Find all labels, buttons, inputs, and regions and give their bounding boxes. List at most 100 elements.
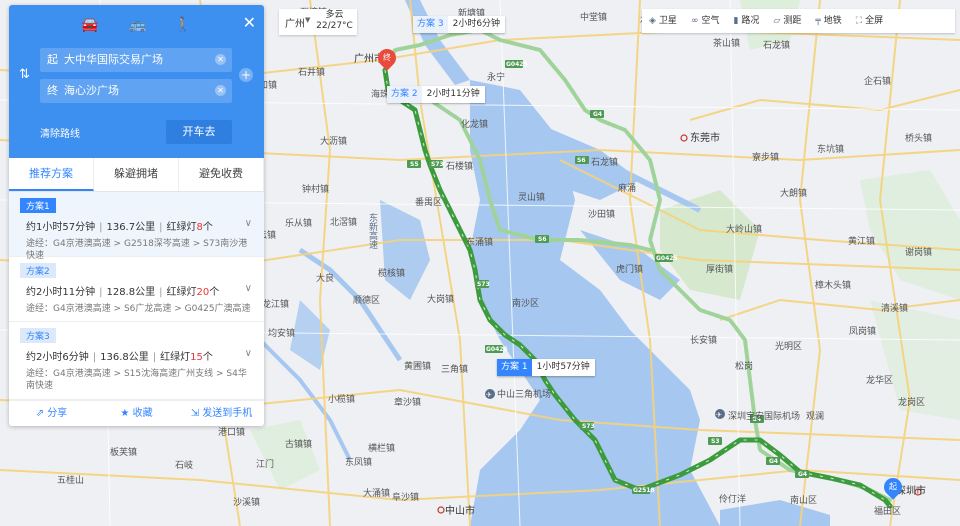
tab-avoid-tolls[interactable]: 避免收费 xyxy=(179,158,264,191)
send-to-phone-button[interactable]: ⇲ 发送到手机 xyxy=(179,401,264,426)
svg-text:G4: G4 xyxy=(798,471,807,478)
route-label-plan2[interactable]: 方案 2 2小时11分钟 xyxy=(387,86,485,103)
subway-button[interactable]: ╤ 地铁 xyxy=(808,9,848,33)
satellite-button[interactable]: ◈ 卫星 xyxy=(642,9,684,33)
measure-button[interactable]: ▱ 测距 xyxy=(766,9,808,33)
clear-route-link[interactable]: 清除路线 xyxy=(40,125,80,140)
plan-tag: 方案1 xyxy=(20,198,56,213)
route-label-plan3-tag: 方案 3 xyxy=(413,16,448,33)
route-label-plan2-tag: 方案 2 xyxy=(387,86,422,103)
svg-text:东坑镇: 东坑镇 xyxy=(817,143,844,155)
svg-text:G0425: G0425 xyxy=(506,61,528,68)
svg-text:G0425: G0425 xyxy=(486,346,508,353)
add-waypoint-icon[interactable]: + xyxy=(239,68,253,82)
svg-text:石楼镇: 石楼镇 xyxy=(446,160,473,172)
plan-distance: 136.7公里 xyxy=(106,222,156,233)
svg-text:乐从镇: 乐从镇 xyxy=(285,217,312,229)
city-name: 广州 xyxy=(285,19,305,30)
city-selector[interactable]: 广州 ▼ 多云 22/27°C xyxy=(279,9,357,35)
svg-text:小榄镇: 小榄镇 xyxy=(328,393,355,405)
svg-text:钟村镇: 钟村镇 xyxy=(302,183,329,195)
walk-icon[interactable]: 🚶 xyxy=(172,15,194,35)
favorite-button[interactable]: ★ 收藏 xyxy=(94,401,179,426)
share-button[interactable]: ⇗ 分享 xyxy=(9,401,94,426)
plan-item-3[interactable]: 方案3 约2小时6分钟 | 136.8公里 | 红绿灯15个 途经：G4京港澳高速 > … xyxy=(9,322,264,400)
destination-field[interactable]: 终海心沙广场 ✕ xyxy=(40,79,232,103)
destination-value: 海心沙广场 xyxy=(64,84,119,97)
svg-text:麻涌: 麻涌 xyxy=(618,182,636,194)
plan-lights-count: 20 xyxy=(196,287,210,298)
svg-text:大沥镇: 大沥镇 xyxy=(320,135,347,147)
svg-text:S73: S73 xyxy=(477,281,490,288)
plan-distance: 136.8公里 xyxy=(100,352,149,363)
route-label-plan1[interactable]: 方案 1 1小时57分钟 xyxy=(497,359,595,376)
close-icon[interactable]: ✕ xyxy=(243,13,256,32)
svg-text:S73: S73 xyxy=(431,161,444,168)
share-label: 分享 xyxy=(47,408,68,419)
traffic-icon: ▮ xyxy=(733,16,739,26)
destination-label: 终 xyxy=(47,84,58,97)
traffic-button[interactable]: ▮ 路况 xyxy=(726,9,766,33)
swap-icon[interactable]: ⇅ xyxy=(19,67,30,82)
map-toolbar: ◈ 卫星 ∞ 空气 ▮ 路况 ▱ 测距 ╤ 地铁 ⛶ 全屏 xyxy=(642,9,955,33)
svg-text:厚街镇: 厚街镇 xyxy=(706,263,733,275)
plan-lights-label: 红绿灯 xyxy=(166,287,197,298)
plan-lights-unit: 个 xyxy=(209,287,220,298)
svg-text:G4: G4 xyxy=(769,458,778,465)
svg-text:长安镇: 长安镇 xyxy=(690,334,717,346)
svg-text:福田区: 福田区 xyxy=(874,505,901,517)
plan-route: 途经：G4京港澳高速 > S6广龙高速 > G0425广澳高速 xyxy=(26,304,251,314)
origin-field[interactable]: 起大中华国际交易广场 ✕ xyxy=(40,48,232,72)
svg-text:樟木头镇: 樟木头镇 xyxy=(815,279,851,291)
plan-time: 约2小时6分钟 xyxy=(26,352,89,363)
route-label-plan3[interactable]: 方案 3 2小时6分钟 xyxy=(413,16,506,33)
svg-text:G4: G4 xyxy=(593,111,602,118)
weather-condition: 多云 xyxy=(325,10,344,20)
fullscreen-icon: ⛶ xyxy=(855,16,863,26)
svg-text:石井镇: 石井镇 xyxy=(298,66,325,78)
svg-text:大岭山镇: 大岭山镇 xyxy=(726,223,762,235)
svg-text:中堂镇: 中堂镇 xyxy=(580,11,607,23)
tab-avoid-congestion[interactable]: 躲避拥堵 xyxy=(94,158,179,191)
plan-lights-count: 15 xyxy=(190,352,203,363)
fullscreen-button[interactable]: ⛶ 全屏 xyxy=(849,9,890,33)
ruler-icon: ▱ xyxy=(773,16,781,26)
chevron-down-icon[interactable]: ∨ xyxy=(245,348,252,359)
plan-time: 约1小时57分钟 xyxy=(26,222,96,233)
plan-item-1[interactable]: 方案1 约1小时57分钟 | 136.7公里 | 红绿灯8个 途经：G4京港澳高速 > … xyxy=(9,192,264,261)
clear-destination-icon[interactable]: ✕ xyxy=(215,85,226,96)
svg-text:番禺区: 番禺区 xyxy=(415,196,442,208)
svg-text:S5: S5 xyxy=(410,161,419,168)
svg-text:永宁: 永宁 xyxy=(487,71,505,83)
favorite-label: 收藏 xyxy=(132,408,153,419)
subway-icon: ╤ xyxy=(815,16,821,26)
svg-text:灵山镇: 灵山镇 xyxy=(518,191,545,203)
chevron-down-icon[interactable]: ∨ xyxy=(245,218,252,229)
subway-label: 地铁 xyxy=(823,16,842,26)
plan-lights-unit: 个 xyxy=(202,352,213,363)
plan-item-2[interactable]: 方案2 约2小时11分钟 | 128.8公里 | 红绿灯20个 途经：G4京港澳高速 >… xyxy=(9,257,264,322)
svg-text:✈: ✈ xyxy=(716,411,722,419)
tab-recommended[interactable]: 推荐方案 xyxy=(9,158,94,191)
map-view[interactable]: S5 S73 S73 S73 G2518 S3 G4 G4 G4 S6 G042… xyxy=(0,0,960,526)
svg-text:大朗镇: 大朗镇 xyxy=(780,187,807,199)
route-label-plan2-time: 2小时11分钟 xyxy=(426,89,480,99)
bus-icon[interactable]: 🚌 xyxy=(127,15,149,35)
svg-text:G0425: G0425 xyxy=(656,255,678,262)
chevron-down-icon[interactable]: ∨ xyxy=(245,283,252,294)
svg-text:龙江镇: 龙江镇 xyxy=(262,298,289,310)
route-panel: 🚘 🚌 🚶 ✕ ⇅ 起大中华国际交易广场 ✕ 终海心沙广场 ✕ + 清除路线 开… xyxy=(9,5,264,426)
origin-label: 起 xyxy=(47,53,58,66)
route-label-plan1-tag: 方案 1 xyxy=(497,359,532,376)
send-label: 发送到手机 xyxy=(202,408,253,419)
air-button[interactable]: ∞ 空气 xyxy=(684,9,727,33)
svg-text:S73: S73 xyxy=(582,423,595,430)
clear-origin-icon[interactable]: ✕ xyxy=(215,54,226,65)
route-panel-header: 🚘 🚌 🚶 ✕ ⇅ 起大中华国际交易广场 ✕ 终海心沙广场 ✕ + 清除路线 开… xyxy=(9,5,264,158)
svg-text:大良: 大良 xyxy=(316,272,334,284)
drive-button[interactable]: 开车去 xyxy=(166,120,232,144)
car-icon[interactable]: 🚘 xyxy=(79,15,101,35)
svg-text:南沙区: 南沙区 xyxy=(512,297,539,309)
svg-text:清溪镇: 清溪镇 xyxy=(881,302,908,314)
svg-text:化龙镇: 化龙镇 xyxy=(461,118,488,130)
